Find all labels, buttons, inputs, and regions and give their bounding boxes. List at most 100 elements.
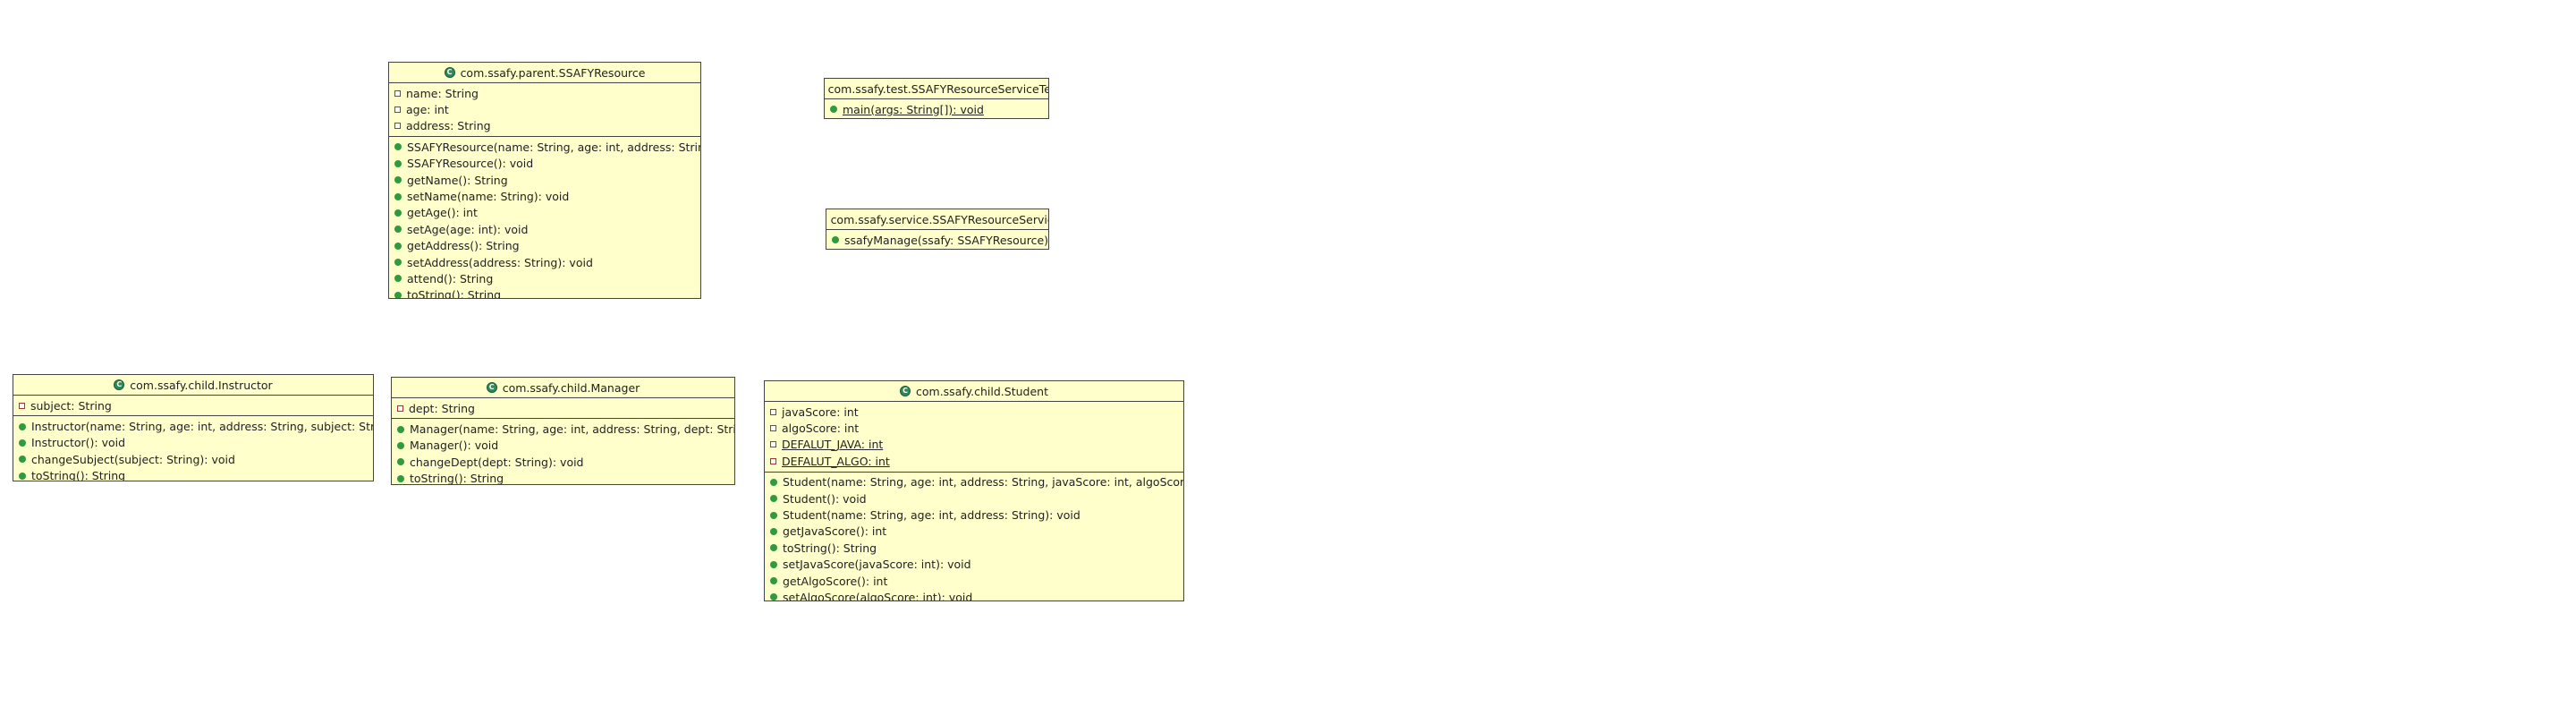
class-method[interactable]: Student(name: String, age: int, address:… (765, 474, 1183, 490)
class-method[interactable]: toString(): String (765, 540, 1183, 556)
class-field[interactable]: age: int (389, 101, 700, 117)
class-method[interactable]: getAlgoScore(): int (765, 573, 1183, 589)
private-visibility-icon (770, 408, 776, 415)
methods-section: main(args: String[]): void (825, 99, 1048, 118)
method-signature: Student(name: String, age: int, address:… (783, 508, 1080, 523)
public-visibility-icon (770, 577, 777, 585)
class-method[interactable]: ssafyManage(ssafy: SSAFYResource): void (826, 232, 1048, 248)
public-visibility-icon (770, 560, 777, 568)
class-method[interactable]: getAge(): int (389, 205, 700, 221)
public-visibility-icon (394, 159, 402, 167)
class-field[interactable]: subject: String (13, 397, 373, 413)
method-signature: setAge(age: int): void (407, 222, 529, 236)
private-visibility-icon (19, 402, 25, 409)
class-title[interactable]: Ccom.ssafy.test.SSAFYResourceServiceTest (825, 79, 1048, 99)
class-method[interactable]: setName(name: String): void (389, 188, 700, 204)
class-name: com.ssafy.child.Manager (502, 380, 640, 395)
class-box-ssafy-resource-service[interactable]: Ccom.ssafy.service.SSAFYResourceService s… (826, 209, 1049, 250)
method-signature: SSAFYResource(): void (407, 157, 534, 171)
class-method[interactable]: changeSubject(subject: String): void (13, 451, 373, 467)
method-signature: toString(): String (783, 541, 877, 555)
class-method[interactable]: setAlgoScore(algoScore: int): void (765, 589, 1183, 601)
field-signature: dept: String (409, 401, 475, 415)
public-visibility-icon (394, 291, 402, 298)
class-field[interactable]: DEFALUT_ALGO: int (765, 453, 1183, 469)
public-visibility-icon (394, 226, 402, 234)
public-visibility-icon (770, 495, 777, 503)
public-visibility-icon (394, 242, 402, 250)
method-signature: getName(): String (407, 173, 508, 187)
method-signature: getAddress(): String (407, 239, 520, 253)
private-visibility-icon (394, 89, 401, 97)
class-box-manager[interactable]: Ccom.ssafy.child.Manager dept: String Mana… (391, 377, 735, 485)
class-method[interactable]: SSAFYResource(name: String, age: int, ad… (389, 139, 700, 155)
method-signature: attend(): String (407, 271, 494, 285)
class-name: com.ssafy.child.Instructor (130, 378, 273, 392)
public-visibility-icon (394, 143, 402, 151)
method-signature: changeSubject(subject: String): void (31, 452, 235, 466)
class-title[interactable]: Ccom.ssafy.child.Instructor (13, 375, 373, 396)
class-method[interactable]: changeDept(dept: String): void (392, 454, 734, 470)
fields-section: subject: String (13, 396, 373, 417)
field-signature: DEFALUT_JAVA: int (782, 438, 884, 452)
field-signature: algoScore: int (782, 422, 860, 436)
method-signature: Manager(): void (410, 439, 499, 453)
private-visibility-icon (770, 457, 776, 464)
class-title[interactable]: Ccom.ssafy.service.SSAFYResourceService (826, 209, 1048, 230)
method-signature: toString(): String (410, 472, 504, 485)
private-visibility-icon (394, 123, 401, 130)
class-method[interactable]: toString(): String (13, 468, 373, 481)
class-title[interactable]: Ccom.ssafy.child.Student (765, 381, 1183, 402)
class-method[interactable]: setAge(age: int): void (389, 221, 700, 237)
class-method[interactable]: Student(): void (765, 490, 1183, 507)
class-title[interactable]: Ccom.ssafy.parent.SSAFYResource (389, 63, 700, 83)
private-visibility-icon (770, 441, 776, 448)
class-name: com.ssafy.test.SSAFYResourceServiceTest (827, 81, 1049, 96)
class-field[interactable]: DEFALUT_JAVA: int (765, 437, 1183, 453)
class-box-student[interactable]: Ccom.ssafy.child.Student javaScore: int al… (764, 380, 1184, 601)
fields-section: dept: String (392, 398, 734, 420)
class-field[interactable]: javaScore: int (765, 404, 1183, 420)
method-signature: Manager(name: String, age: int, address:… (410, 422, 735, 437)
public-visibility-icon (832, 236, 839, 244)
class-method[interactable]: toString(): String (389, 287, 700, 298)
class-name: com.ssafy.service.SSAFYResourceService (830, 212, 1049, 226)
class-method[interactable]: main(args: String[]): void (825, 101, 1048, 117)
public-visibility-icon (770, 544, 777, 552)
field-signature: age: int (406, 103, 449, 117)
class-method[interactable]: Instructor(): void (13, 435, 373, 451)
method-signature: SSAFYResource(name: String, age: int, ad… (407, 140, 700, 154)
class-method[interactable]: setJavaScore(javaScore: int): void (765, 557, 1183, 573)
class-field[interactable]: dept: String (392, 400, 734, 416)
class-method[interactable]: attend(): String (389, 270, 700, 286)
field-signature: address: String (406, 119, 491, 133)
method-signature: getAge(): int (407, 206, 478, 220)
method-signature: setAlgoScore(algoScore: int): void (783, 590, 973, 601)
class-field[interactable]: name: String (389, 85, 700, 101)
class-method[interactable]: getAddress(): String (389, 238, 700, 254)
class-field[interactable]: address: String (389, 118, 700, 134)
class-box-ssafy-resource-service-test[interactable]: Ccom.ssafy.test.SSAFYResourceServiceTest… (824, 78, 1049, 119)
class-method[interactable]: Instructor(name: String, age: int, addre… (13, 418, 373, 434)
class-method[interactable]: getJavaScore(): int (765, 524, 1183, 540)
fields-section: name: String age: int address: String (389, 83, 700, 138)
class-method[interactable]: toString(): String (392, 471, 734, 485)
methods-section: Manager(name: String, age: int, address:… (392, 419, 734, 485)
class-field[interactable]: algoScore: int (765, 420, 1183, 436)
method-signature: Instructor(): void (31, 436, 126, 450)
class-method[interactable]: Manager(name: String, age: int, address:… (392, 421, 734, 437)
public-visibility-icon (394, 176, 402, 184)
class-method[interactable]: SSAFYResource(): void (389, 156, 700, 172)
class-box-ssafy-resource[interactable]: Ccom.ssafy.parent.SSAFYResource name: Str… (388, 62, 701, 299)
class-box-instructor[interactable]: Ccom.ssafy.child.Instructor subject: Stri… (13, 374, 374, 481)
public-visibility-icon (394, 259, 402, 267)
class-method[interactable]: Student(name: String, age: int, address:… (765, 507, 1183, 523)
class-method[interactable]: setAddress(address: String): void (389, 254, 700, 270)
class-method[interactable]: getName(): String (389, 172, 700, 188)
method-signature: toString(): String (31, 469, 126, 481)
class-method[interactable]: Manager(): void (392, 438, 734, 454)
method-signature: getJavaScore(): int (783, 524, 887, 539)
class-title[interactable]: Ccom.ssafy.child.Manager (392, 378, 734, 398)
class-name: com.ssafy.child.Student (916, 384, 1048, 398)
private-visibility-icon (770, 425, 776, 432)
